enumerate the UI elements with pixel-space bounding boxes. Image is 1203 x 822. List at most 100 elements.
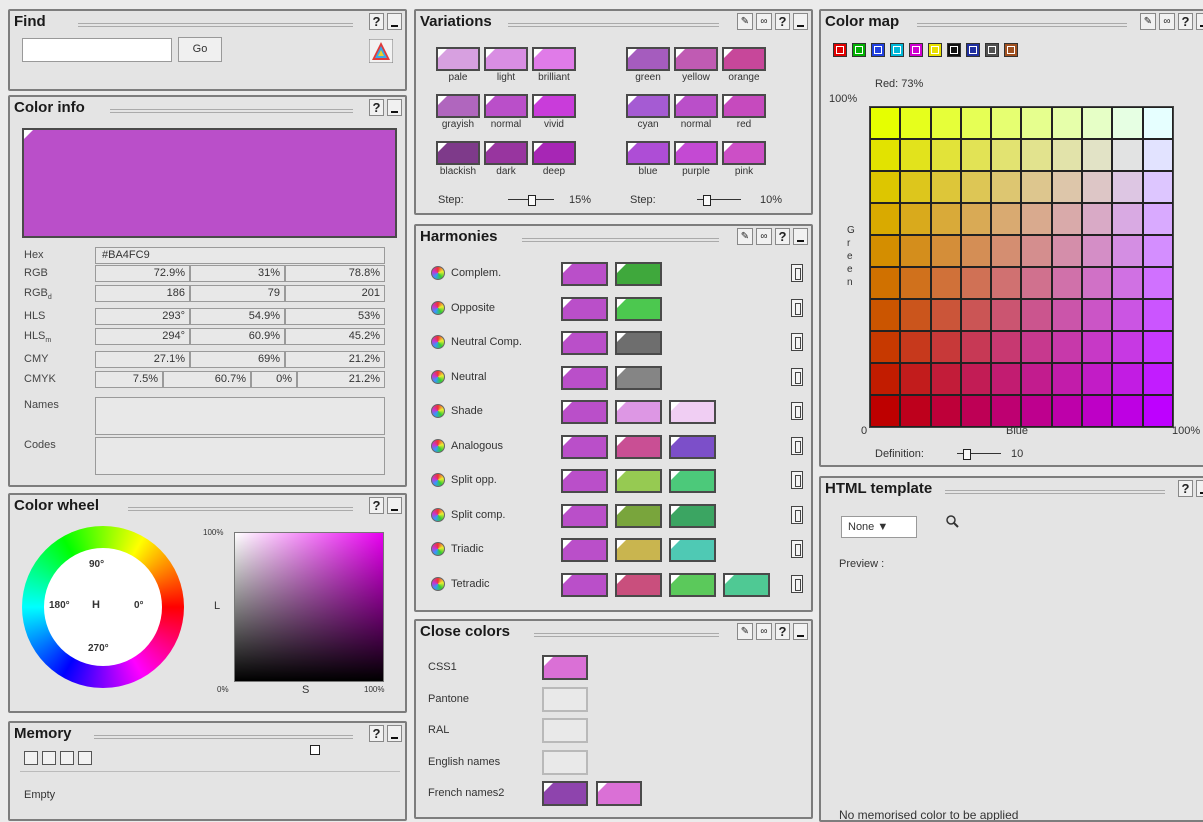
- color-map-cell[interactable]: [870, 299, 901, 331]
- color-map-cell[interactable]: [900, 171, 931, 203]
- color-map-cell[interactable]: [1051, 395, 1083, 427]
- step-slider-right[interactable]: [697, 195, 741, 206]
- variation-swatch[interactable]: [436, 141, 480, 165]
- minimize-button[interactable]: [387, 497, 402, 514]
- harmony-swatch[interactable]: [561, 503, 608, 528]
- color-map-cell[interactable]: [870, 267, 901, 299]
- color-map-preset-button[interactable]: [833, 43, 847, 57]
- hue-wheel[interactable]: [22, 526, 184, 688]
- color-map-cell[interactable]: [1082, 139, 1113, 171]
- color-map-cell[interactable]: [1082, 203, 1113, 235]
- color-map-cell[interactable]: [870, 139, 901, 171]
- help-button[interactable]: ?: [1178, 480, 1193, 497]
- harmony-swatch[interactable]: [561, 434, 608, 459]
- minimize-button[interactable]: [1196, 13, 1203, 30]
- variation-swatch[interactable]: [436, 47, 480, 71]
- help-button[interactable]: ?: [775, 13, 790, 30]
- color-map-cell[interactable]: [1142, 139, 1173, 171]
- color-map-cell[interactable]: [870, 363, 901, 395]
- harmony-swatch[interactable]: [561, 572, 608, 597]
- color-map-cell[interactable]: [870, 107, 901, 139]
- color-map-cell[interactable]: [1021, 331, 1052, 363]
- color-map-cell[interactable]: [900, 331, 931, 363]
- harmony-swatch[interactable]: [615, 331, 662, 355]
- harmony-swatch[interactable]: [669, 503, 716, 528]
- color-map-cell[interactable]: [1142, 267, 1173, 299]
- variation-swatch[interactable]: [674, 47, 718, 71]
- color-map-preset-button[interactable]: [909, 43, 923, 57]
- color-map-cell[interactable]: [1142, 299, 1173, 331]
- template-select[interactable]: None ▼: [841, 516, 917, 538]
- color-map-cell[interactable]: [1051, 267, 1083, 299]
- variation-swatch[interactable]: [532, 94, 576, 118]
- color-wheel-icon[interactable]: [431, 404, 445, 418]
- color-wheel-icon[interactable]: [431, 542, 445, 556]
- color-wheel-icon[interactable]: [431, 369, 445, 384]
- edit-icon[interactable]: ✎: [737, 228, 753, 245]
- minimize-button[interactable]: [387, 13, 402, 30]
- color-map-cell[interactable]: [1142, 363, 1173, 395]
- harmony-swatch[interactable]: [615, 296, 662, 321]
- color-wheel-icon[interactable]: [431, 507, 445, 522]
- edit-icon[interactable]: ✎: [737, 13, 753, 30]
- help-button[interactable]: ?: [369, 725, 384, 742]
- minimize-button[interactable]: [387, 725, 402, 742]
- color-map-cell[interactable]: [1082, 395, 1113, 427]
- color-map-cell[interactable]: [1112, 299, 1143, 331]
- color-map-cell[interactable]: [1112, 395, 1143, 427]
- color-wheel-icon[interactable]: [431, 576, 445, 591]
- harmony-edit-icon[interactable]: [791, 367, 803, 386]
- variation-swatch[interactable]: [626, 94, 670, 118]
- color-map-cell[interactable]: [991, 171, 1022, 203]
- harmony-swatch[interactable]: [669, 434, 716, 459]
- color-map-cell[interactable]: [960, 299, 992, 331]
- color-map-cell[interactable]: [991, 363, 1022, 395]
- color-map-cell[interactable]: [930, 299, 961, 331]
- color-map-cell[interactable]: [1051, 203, 1083, 235]
- color-map-cell[interactable]: [960, 331, 992, 363]
- memory-save-icon[interactable]: [24, 751, 38, 765]
- magnifier-icon[interactable]: [945, 514, 959, 528]
- variation-swatch[interactable]: [722, 47, 766, 71]
- color-map-cell[interactable]: [1142, 235, 1173, 267]
- harmony-swatch[interactable]: [615, 400, 662, 424]
- color-map-cell[interactable]: [960, 139, 992, 171]
- color-map-cell[interactable]: [1021, 203, 1052, 235]
- color-map-cell[interactable]: [1021, 107, 1052, 139]
- color-map-cell[interactable]: [900, 139, 931, 171]
- color-map-cell[interactable]: [1082, 107, 1113, 139]
- color-map-cell[interactable]: [930, 363, 961, 395]
- color-map-cell[interactable]: [1082, 235, 1113, 267]
- edit-icon[interactable]: ✎: [737, 623, 753, 640]
- color-picker-icon[interactable]: [369, 39, 393, 63]
- link-icon[interactable]: ∞: [756, 228, 772, 245]
- color-wheel-icon[interactable]: [431, 473, 445, 487]
- color-wheel-icon[interactable]: [431, 335, 445, 349]
- link-icon[interactable]: ∞: [1159, 13, 1175, 30]
- color-map-cell[interactable]: [1021, 363, 1052, 395]
- minimize-button[interactable]: [793, 13, 808, 30]
- color-wheel-icon[interactable]: [431, 266, 445, 280]
- color-map-preset-button[interactable]: [852, 43, 866, 57]
- harmony-swatch[interactable]: [669, 469, 716, 493]
- minimize-button[interactable]: [793, 623, 808, 640]
- color-map-cell[interactable]: [960, 107, 992, 139]
- search-input[interactable]: [22, 38, 172, 62]
- harmony-swatch[interactable]: [669, 400, 716, 424]
- harmony-swatch[interactable]: [723, 572, 770, 597]
- variation-swatch[interactable]: [674, 94, 718, 118]
- harmony-swatch[interactable]: [669, 572, 716, 597]
- color-map-cell[interactable]: [960, 235, 992, 267]
- harmony-edit-icon[interactable]: [791, 402, 803, 420]
- color-map-cell[interactable]: [960, 171, 992, 203]
- memory-slider-knob[interactable]: [310, 745, 320, 755]
- color-map-cell[interactable]: [870, 171, 901, 203]
- color-wheel-icon[interactable]: [431, 300, 445, 315]
- color-map-cell[interactable]: [900, 203, 931, 235]
- color-map-cell[interactable]: [1142, 331, 1173, 363]
- color-map-cell[interactable]: [930, 267, 961, 299]
- minimize-button[interactable]: [387, 99, 402, 116]
- color-map-cell[interactable]: [1051, 299, 1083, 331]
- color-map-cell[interactable]: [930, 107, 961, 139]
- color-map-cell[interactable]: [960, 363, 992, 395]
